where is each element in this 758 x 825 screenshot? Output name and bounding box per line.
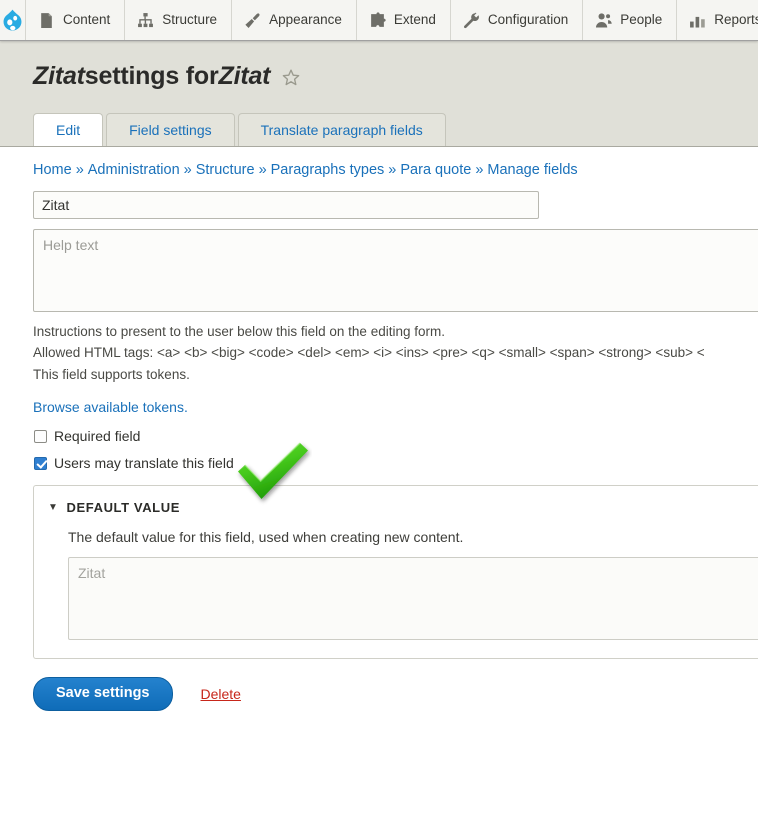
description-line-allowed-tags: Allowed HTML tags: <a> <b> <big> <code> …	[33, 345, 705, 361]
tab-field-settings[interactable]: Field settings	[106, 112, 235, 146]
toolbar-item-label: Extend	[393, 12, 436, 28]
breadcrumb-separator: »	[75, 161, 84, 178]
breadcrumb-separator: »	[388, 161, 397, 178]
drupal-droplet-logo-icon	[3, 9, 22, 30]
toolbar-home-logo[interactable]	[0, 0, 26, 40]
breadcrumb-separator: »	[183, 161, 192, 178]
toolbar-item-label: Appearance	[269, 12, 342, 28]
paintbrush-icon	[245, 12, 260, 28]
page-header: Zitat settings for Zitat Edit Field sett…	[0, 41, 758, 147]
tab-bar: Edit Field settings Translate paragraph …	[33, 111, 758, 146]
translate-field-row[interactable]: Users may translate this field	[33, 455, 758, 471]
main-content: Home» Administration» Structure» Paragraphs…	[0, 146, 758, 711]
field-description-text: Instructions to present to the user belo…	[33, 321, 758, 387]
page-title-middle: settings for	[84, 62, 219, 90]
default-value-description: The default value for this field, used w…	[68, 529, 464, 546]
breadcrumb-item-para-quote[interactable]: Para quote	[400, 162, 471, 178]
breadcrumb-item-administration[interactable]: Administration	[88, 162, 180, 178]
default-value-fieldset: ▼ DEFAULT VALUE The default value for th…	[33, 485, 758, 660]
toolbar-item-label: People	[620, 12, 663, 28]
toolbar-item-label: Configuration	[487, 12, 569, 28]
page-title-field-name: Zitat	[33, 62, 85, 90]
breadcrumb-separator: »	[258, 161, 267, 178]
wrench-icon	[463, 12, 479, 28]
breadcrumb-item-structure[interactable]: Structure	[196, 162, 255, 178]
breadcrumb: Home» Administration» Structure» Paragraphs…	[33, 147, 758, 191]
save-settings-button[interactable]: Save settings	[33, 677, 173, 711]
chevron-down-icon: ▼	[48, 501, 59, 513]
hierarchy-icon	[138, 12, 154, 27]
toolbar-item-label: Reports	[714, 12, 758, 28]
admin-toolbar: Content Structure Appearance Extend Conf…	[0, 0, 758, 41]
help-text-textarea[interactable]	[33, 228, 758, 312]
toolbar-item-label: Content	[63, 12, 111, 28]
breadcrumb-item-home[interactable]: Home	[33, 162, 72, 178]
required-field-checkbox[interactable]	[34, 429, 47, 443]
toolbar-item-extend[interactable]: Extend	[356, 0, 451, 40]
toolbar-item-people[interactable]: People	[583, 0, 678, 40]
tab-edit[interactable]: Edit	[33, 112, 104, 146]
page-title: Zitat settings for Zitat	[0, 62, 758, 91]
breadcrumb-item-paragraphs-types[interactable]: Paragraphs types	[271, 162, 385, 178]
people-icon	[596, 12, 612, 28]
toolbar-item-label: Structure	[162, 12, 218, 28]
tab-label: Field settings	[129, 121, 212, 138]
required-field-label: Required field	[54, 428, 141, 445]
tab-translate-paragraph-fields[interactable]: Translate paragraph fields	[237, 112, 446, 146]
toolbar-item-configuration[interactable]: Configuration	[450, 0, 584, 40]
document-icon	[41, 12, 52, 28]
breadcrumb-item-manage-fields[interactable]: Manage fields	[487, 162, 577, 178]
default-value-legend[interactable]: ▼ DEFAULT VALUE	[48, 500, 758, 515]
required-field-row[interactable]: Required field	[33, 428, 758, 444]
description-line-tokens: This field supports tokens.	[33, 367, 190, 383]
description-line-instructions: Instructions to present to the user belo…	[33, 323, 445, 339]
toolbar-item-appearance[interactable]: Appearance	[232, 0, 357, 40]
default-value-legend-label: DEFAULT VALUE	[66, 500, 180, 516]
puzzle-piece-icon	[371, 11, 386, 27]
delete-link[interactable]: Delete	[201, 686, 241, 702]
star-outline-icon[interactable]	[281, 67, 301, 87]
toolbar-item-reports[interactable]: Reports	[677, 0, 758, 40]
breadcrumb-separator: »	[475, 161, 484, 178]
field-label-input[interactable]	[33, 190, 539, 219]
users-may-translate-label: Users may translate this field	[54, 455, 234, 472]
tab-label: Edit	[56, 121, 81, 138]
tab-label: Translate paragraph fields	[260, 121, 423, 138]
form-actions: Save settings Delete	[33, 677, 758, 711]
browse-available-tokens-link[interactable]: Browse available tokens.	[33, 399, 758, 415]
toolbar-item-structure[interactable]: Structure	[125, 0, 233, 40]
page-title-bundle-name: Zitat	[218, 62, 271, 90]
default-value-textarea[interactable]	[68, 557, 758, 641]
users-may-translate-checkbox[interactable]	[34, 456, 47, 470]
toolbar-item-content[interactable]: Content	[26, 0, 126, 40]
bar-chart-icon	[690, 16, 706, 28]
